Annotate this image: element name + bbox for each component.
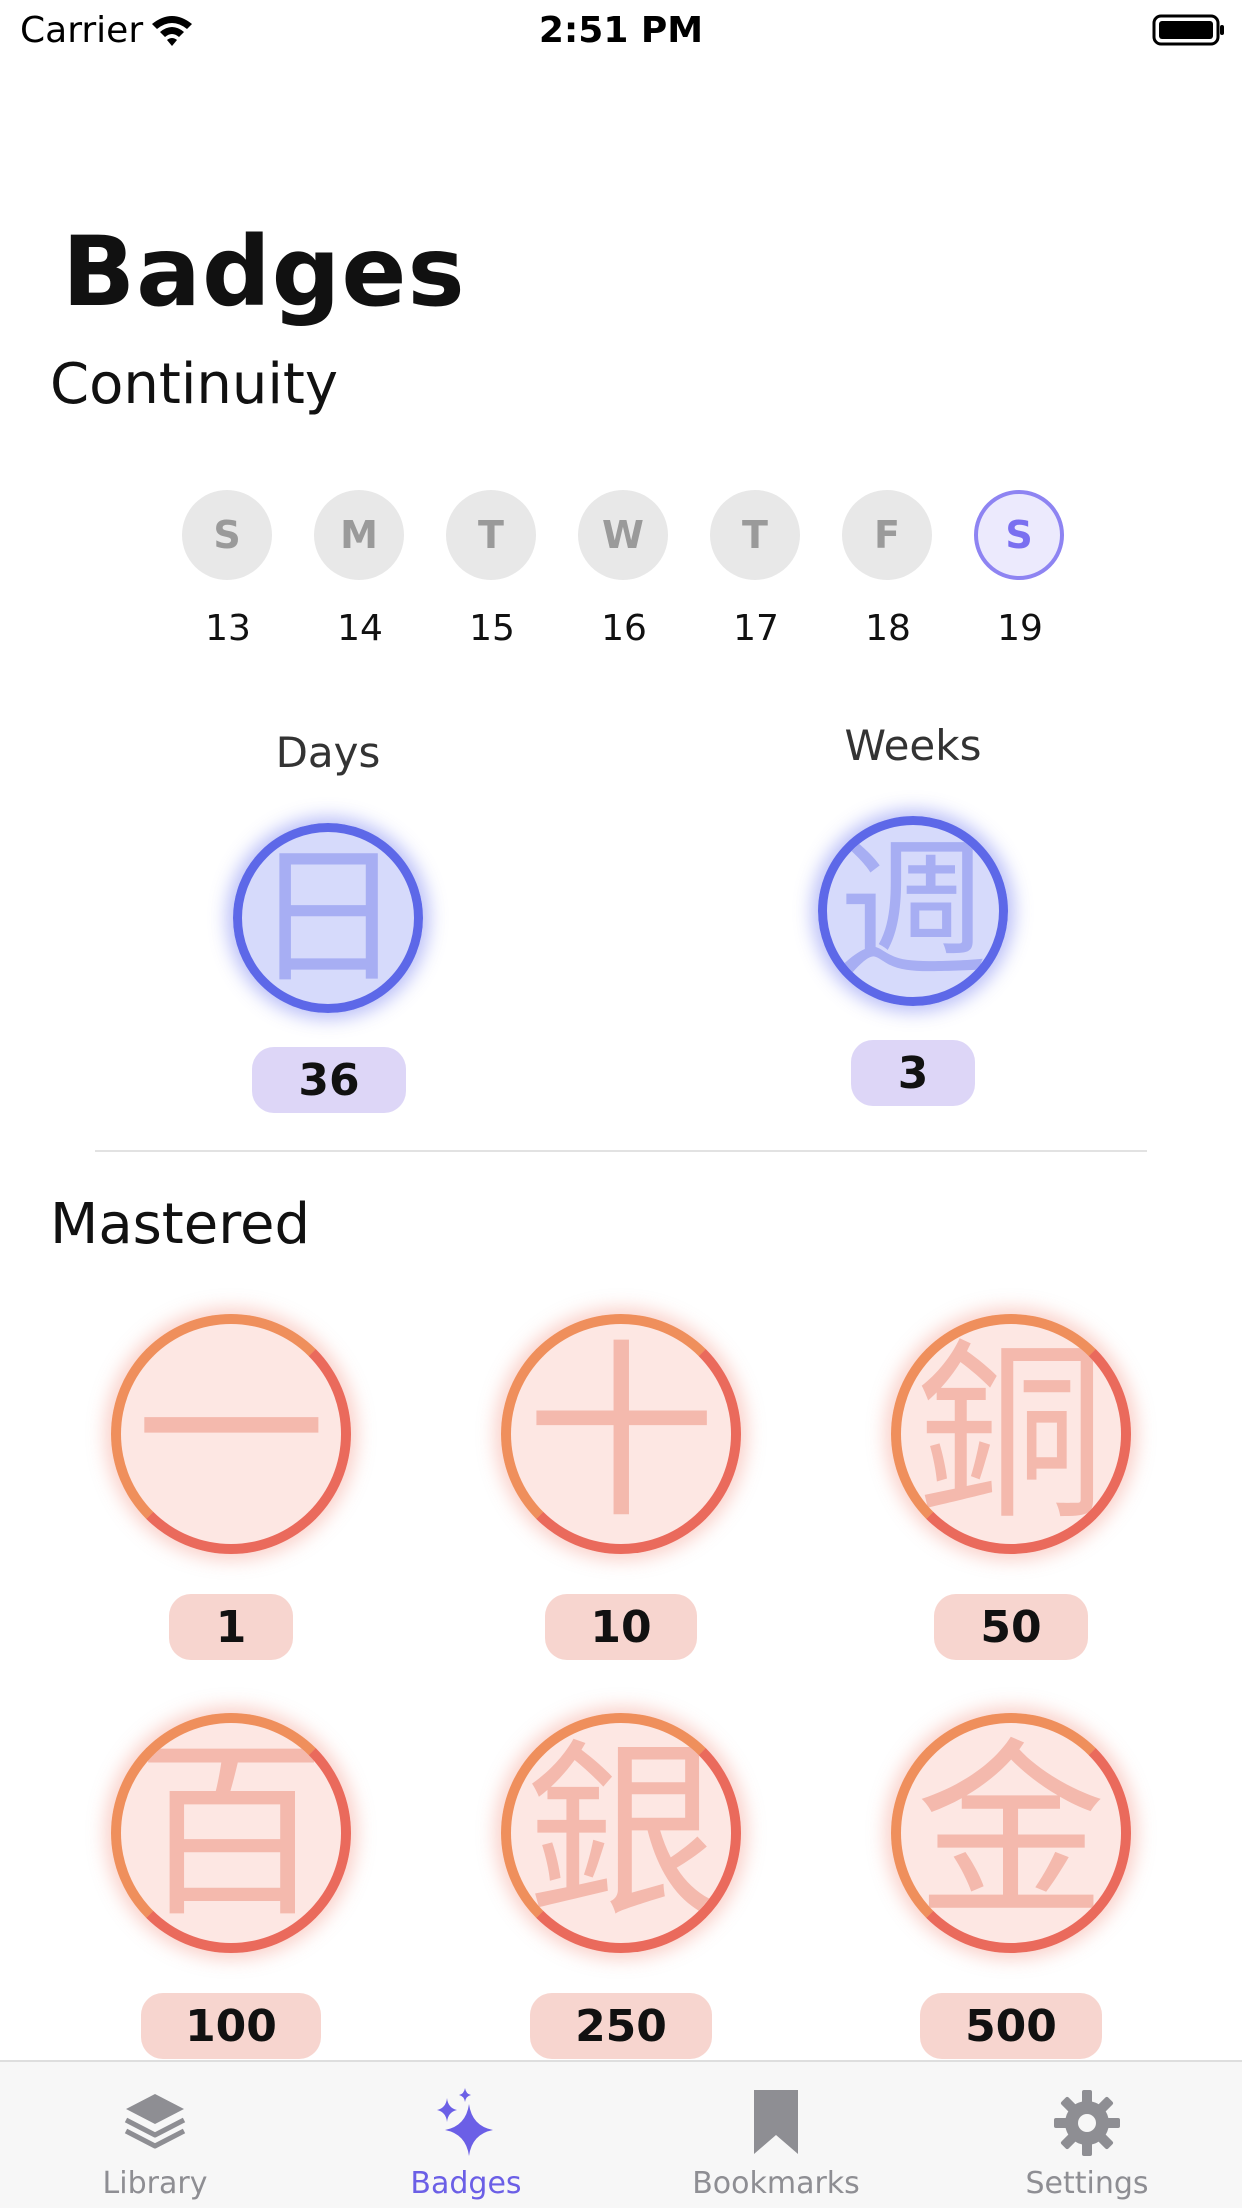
days-badge[interactable]: 日 <box>233 823 423 1013</box>
day-letter: T <box>710 490 800 580</box>
mastered-count-badge: 1 <box>169 1594 293 1660</box>
tab-badges[interactable]: Badges <box>311 2062 621 2208</box>
status-bar: Carrier 2:51 PM <box>0 0 1242 62</box>
day-letter: W <box>578 490 668 580</box>
mastered-count-badge: 100 <box>141 1993 321 2059</box>
bookmark-icon <box>754 2090 798 2154</box>
tab-settings[interactable]: Settings <box>932 2062 1242 2208</box>
days-label: Days <box>275 728 381 777</box>
day-date: 14 <box>337 608 383 649</box>
tab-library[interactable]: Library <box>0 2062 310 2208</box>
mastered-badge[interactable]: 金 <box>891 1713 1131 1953</box>
day-letter: S <box>182 490 272 580</box>
tab-label: Settings <box>1025 2166 1149 2201</box>
day-item: F 18 <box>838 490 938 660</box>
day-letter: T <box>446 490 536 580</box>
mastered-kanji: 十 <box>525 1323 716 1544</box>
continuity-section-title: Continuity <box>50 352 339 417</box>
mastered-badge[interactable]: 一 <box>111 1314 351 1554</box>
mastered-badge[interactable]: 十 <box>501 1314 741 1554</box>
tab-bookmarks[interactable]: Bookmarks <box>621 2062 931 2208</box>
sparkles-icon <box>437 2088 493 2156</box>
day-item: M 14 <box>310 490 410 660</box>
week-strip: S 13 M 14 T 15 W 16 T 17 F 18 S 19 <box>178 490 1068 660</box>
layers-icon <box>124 2094 186 2149</box>
mastered-kanji: 銅 <box>915 1323 1106 1544</box>
day-date: 16 <box>601 608 647 649</box>
section-divider <box>95 1150 1147 1152</box>
mastered-kanji: 一 <box>135 1323 326 1544</box>
mastered-badge[interactable]: 百 <box>111 1713 351 1953</box>
day-letter: F <box>842 490 932 580</box>
mastered-section-title: Mastered <box>50 1192 311 1257</box>
weeks-count-badge: 3 <box>851 1040 975 1106</box>
battery-icon <box>1152 14 1224 46</box>
days-count-badge: 36 <box>252 1047 406 1113</box>
mastered-kanji: 銀 <box>525 1722 716 1943</box>
weeks-kanji: 週 <box>837 824 988 998</box>
mastered-count-badge: 500 <box>920 1993 1102 2059</box>
mastered-kanji: 金 <box>915 1722 1106 1943</box>
mastered-count-badge: 250 <box>530 1993 712 2059</box>
status-time: 2:51 PM <box>538 10 704 51</box>
mastered-badge[interactable]: 銅 <box>891 1314 1131 1554</box>
tab-label: Library <box>102 2166 208 2201</box>
mastered-kanji: 百 <box>135 1722 326 1943</box>
day-letter: M <box>314 490 404 580</box>
day-letter-today: S <box>974 490 1064 580</box>
day-item-today: S 19 <box>970 490 1070 660</box>
days-kanji: 日 <box>252 831 403 1005</box>
day-item: S 13 <box>178 490 278 660</box>
weeks-badge[interactable]: 週 <box>818 816 1008 1006</box>
day-item: T 15 <box>442 490 542 660</box>
day-item: W 16 <box>574 490 674 660</box>
tab-bar: Library Badges Bookmarks Settings <box>0 2060 1242 2208</box>
gear-icon <box>1054 2090 1120 2156</box>
day-date: 19 <box>997 608 1043 649</box>
mastered-count-badge: 50 <box>934 1594 1088 1660</box>
day-date: 17 <box>733 608 779 649</box>
page-title: Badges <box>62 216 466 328</box>
day-date: 18 <box>865 608 911 649</box>
day-date: 13 <box>205 608 251 649</box>
mastered-count-badge: 10 <box>545 1594 697 1660</box>
tab-label: Bookmarks <box>692 2166 860 2201</box>
day-date: 15 <box>469 608 515 649</box>
day-item: T 17 <box>706 490 806 660</box>
tab-label: Badges <box>410 2166 522 2201</box>
weeks-label: Weeks <box>844 721 982 770</box>
mastered-badge[interactable]: 銀 <box>501 1713 741 1953</box>
